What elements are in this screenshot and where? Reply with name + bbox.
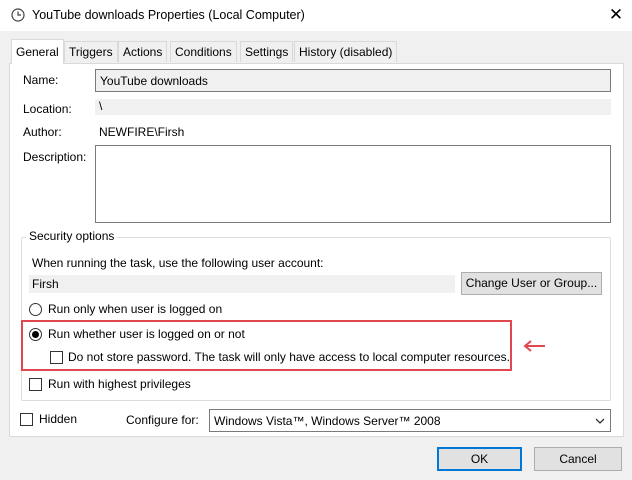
description-label: Description: (23, 150, 87, 164)
tab-conditions[interactable]: Conditions (170, 41, 237, 62)
hidden-label[interactable]: Hidden (39, 412, 77, 426)
user-account-prompt: When running the task, use the following… (32, 256, 324, 270)
author-label: Author: (23, 125, 62, 139)
chevron-down-icon (595, 418, 605, 424)
tab-general[interactable]: General (11, 39, 64, 64)
location-value: \ (99, 99, 103, 113)
name-value: YouTube downloads (100, 74, 208, 88)
ok-button[interactable]: OK (437, 447, 522, 471)
hidden-checkbox[interactable] (20, 413, 33, 426)
description-field[interactable] (95, 145, 611, 223)
clock-icon (11, 8, 25, 22)
tab-settings[interactable]: Settings (240, 41, 294, 62)
change-user-button[interactable]: Change User or Group... (461, 272, 602, 295)
close-button[interactable]: ✕ (603, 3, 629, 27)
configure-for-select[interactable]: Windows Vista™, Windows Server™ 2008 (209, 409, 611, 432)
title-bar: YouTube downloads Properties (Local Comp… (0, 0, 632, 31)
configure-for-label: Configure for: (126, 413, 199, 427)
security-options-legend: Security options (26, 229, 118, 243)
highest-privileges-label[interactable]: Run with highest privileges (48, 377, 191, 391)
configure-for-value: Windows Vista™, Windows Server™ 2008 (214, 414, 441, 428)
radio-run-logged-on[interactable] (29, 303, 42, 316)
radio-run-logged-on-label[interactable]: Run only when user is logged on (48, 302, 222, 316)
name-field[interactable]: YouTube downloads (95, 69, 611, 92)
highest-privileges-checkbox[interactable] (29, 378, 42, 391)
author-value: NEWFIRE\Firsh (99, 125, 185, 139)
location-label: Location: (23, 102, 72, 116)
tab-history[interactable]: History (disabled) (294, 41, 398, 62)
user-account-value: Firsh (32, 277, 59, 291)
cancel-button[interactable]: Cancel (534, 447, 622, 471)
window-title: YouTube downloads Properties (Local Comp… (32, 8, 305, 22)
name-label: Name: (23, 73, 59, 87)
annotation-highlight-box (21, 320, 512, 371)
annotation-arrow-icon (523, 340, 545, 352)
tab-triggers[interactable]: Triggers (64, 41, 118, 62)
user-account-field: Firsh (29, 275, 455, 293)
location-field: \ (95, 99, 611, 115)
tab-actions[interactable]: Actions (118, 41, 168, 62)
